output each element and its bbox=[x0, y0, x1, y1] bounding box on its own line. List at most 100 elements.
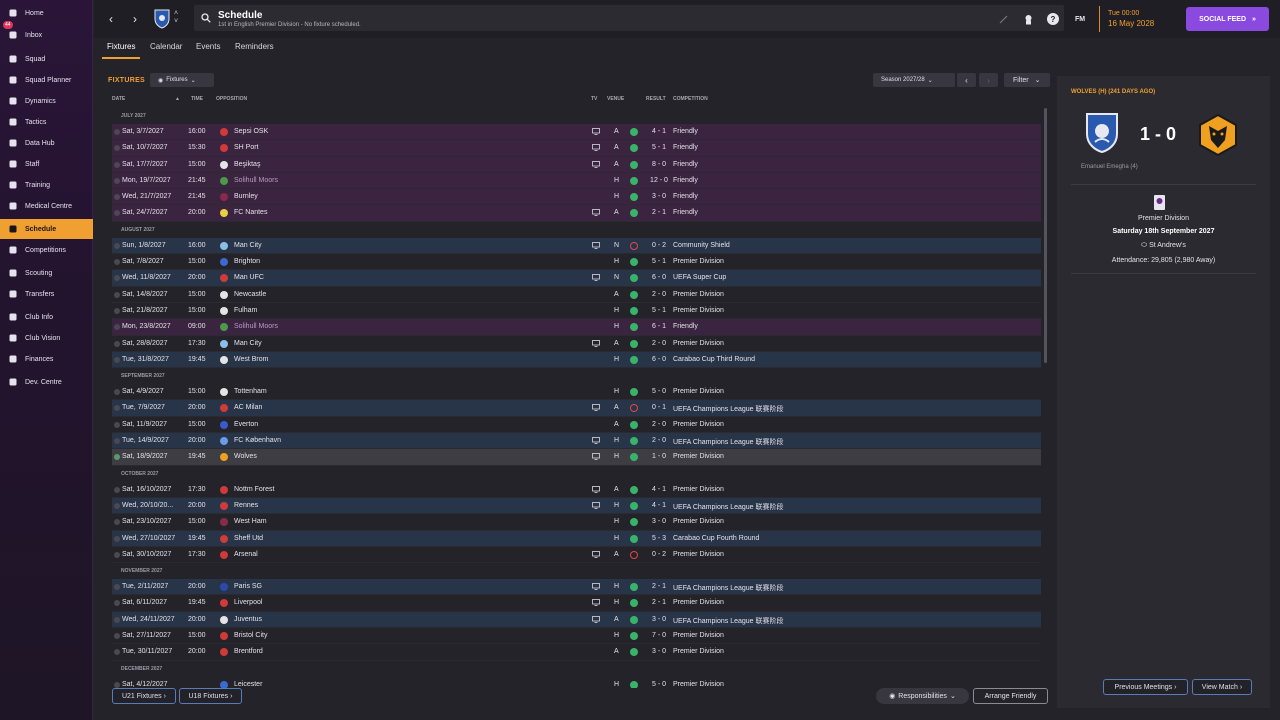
fixture-opponent[interactable]: Man City bbox=[234, 340, 262, 347]
sidebar-item-medical-centre[interactable]: Medical Centre bbox=[0, 196, 93, 216]
col-venue[interactable]: VENUE bbox=[607, 96, 624, 102]
fixture-row[interactable]: Wed, 24/11/2027 20:00 Juventus A 3 - 0 UEFA C… bbox=[112, 611, 1041, 629]
fixture-row[interactable]: Tue, 31/8/2027 19:45 West Brom H 6 - 0 Caraba… bbox=[112, 351, 1041, 369]
sidebar-item-inbox[interactable]: 44 Inbox bbox=[0, 21, 93, 45]
home-crest-icon[interactable] bbox=[1085, 112, 1119, 154]
arrange-friendly-button[interactable]: Arrange Friendly bbox=[973, 688, 1048, 704]
previous-meetings-button[interactable]: Previous Meetings › bbox=[1103, 679, 1188, 695]
fixture-opponent[interactable]: Solihull Moors bbox=[234, 323, 278, 330]
fixture-row[interactable]: Sat, 11/9/2027 15:00 Everton A 2 - 0 Premier … bbox=[112, 417, 1041, 434]
fixture-opponent[interactable]: Paris SG bbox=[234, 583, 262, 590]
view-match-button[interactable]: View Match › bbox=[1192, 679, 1252, 695]
fixture-row[interactable]: Sat, 30/10/2027 17:30 Arsenal A 0 - 2 Premier… bbox=[112, 547, 1041, 564]
match-venue[interactable]: ⬭ St Andrew's bbox=[1057, 242, 1270, 250]
fixture-row[interactable]: Mon, 19/7/2027 21:45 Solihull Moors H 12 - 0… bbox=[112, 172, 1041, 190]
club-crest-icon[interactable] bbox=[154, 9, 170, 29]
fixture-opponent[interactable]: Man City bbox=[234, 242, 262, 249]
responsibilities-button[interactable]: ◉ Responsibilities ⌄ bbox=[876, 688, 969, 704]
sidebar-item-dynamics[interactable]: Dynamics bbox=[0, 91, 93, 111]
fixture-row[interactable]: Sat, 14/8/2027 15:00 Newcastle A 2 - 0 Premie… bbox=[112, 287, 1041, 303]
fixture-opponent[interactable]: FC København bbox=[234, 437, 281, 444]
away-crest-icon[interactable] bbox=[1197, 113, 1239, 157]
fixture-opponent[interactable]: Liverpool bbox=[234, 599, 262, 606]
fixture-row[interactable]: Tue, 30/11/2027 20:00 Brentford A 3 - 0 Premi… bbox=[112, 644, 1041, 661]
help-icon[interactable]: ? bbox=[1047, 13, 1059, 25]
fixture-row[interactable]: Sat, 23/10/2027 15:00 West Ham H 3 - 0 Premie… bbox=[112, 514, 1041, 531]
sidebar-item-dev-centre[interactable]: Dev. Centre bbox=[0, 372, 93, 392]
tab-events[interactable]: Events bbox=[196, 42, 220, 51]
sidebar-item-club-vision[interactable]: Club Vision bbox=[0, 328, 93, 348]
scrollbar[interactable] bbox=[1044, 108, 1047, 363]
match-summary-title[interactable]: WOLVES (H) (241 DAYS AGO) bbox=[1071, 89, 1155, 95]
sidebar-item-scouting[interactable]: Scouting bbox=[0, 263, 93, 283]
fixture-opponent[interactable]: Beşiktaş bbox=[234, 161, 260, 168]
fixture-row[interactable]: Sat, 21/8/2027 15:00 Fulham H 5 - 1 Premier D… bbox=[112, 303, 1041, 320]
view-dropdown[interactable]: ◉ Fixtures ⌄ bbox=[150, 73, 214, 87]
filter-button[interactable]: Filter ⌄ bbox=[1004, 73, 1050, 87]
fixture-row[interactable]: Sat, 3/7/2027 16:00 Sepsi OSK A 4 - 1 Friendl… bbox=[112, 124, 1041, 141]
fixture-row[interactable]: Sat, 28/8/2027 17:30 Man City A 2 - 0 Premier… bbox=[112, 336, 1041, 352]
back-button[interactable]: ‹ bbox=[102, 10, 120, 28]
fixture-opponent[interactable]: Bristol City bbox=[234, 632, 267, 639]
fixture-row[interactable]: Sat, 4/12/2027 Leicester H 5 - 0 Premier Div… bbox=[112, 677, 1041, 688]
col-competition[interactable]: COMPETITION bbox=[673, 96, 708, 102]
forward-button[interactable]: › bbox=[126, 10, 144, 28]
fixture-opponent[interactable]: Wolves bbox=[234, 453, 257, 460]
fixture-opponent[interactable]: Rennes bbox=[234, 502, 258, 509]
sidebar-item-transfers[interactable]: Transfers bbox=[0, 284, 93, 304]
fixture-row[interactable]: Sat, 17/7/2027 15:00 Beşiktaş A 8 - 0 Friendl… bbox=[112, 156, 1041, 173]
fixture-row[interactable]: Wed, 11/8/2027 20:00 Man UFC N 6 - 0 UEFA Sup… bbox=[112, 270, 1041, 287]
sidebar-item-staff[interactable]: Staff bbox=[0, 154, 93, 174]
fixture-opponent[interactable]: Man UFC bbox=[234, 274, 264, 281]
fixture-row[interactable]: Tue, 2/11/2027 20:00 Paris SG H 2 - 1 UEFA Ch… bbox=[112, 579, 1041, 596]
fixture-opponent[interactable]: SH Port bbox=[234, 144, 259, 151]
fixture-row[interactable]: Sat, 16/10/2027 17:30 Nottm Forest A 4 - 1 Pr… bbox=[112, 482, 1041, 498]
assistant-icon[interactable] bbox=[1022, 13, 1034, 25]
search-icon[interactable] bbox=[201, 13, 211, 23]
fixture-opponent[interactable]: Nottm Forest bbox=[234, 486, 274, 493]
fixture-opponent[interactable]: Sheff Utd bbox=[234, 535, 263, 542]
tab-reminders[interactable]: Reminders bbox=[235, 42, 274, 51]
sidebar-item-schedule[interactable]: Schedule bbox=[0, 219, 93, 239]
fixture-row[interactable]: Wed, 20/10/20... 20:00 Rennes H 4 - 1 UEFA Ch… bbox=[112, 497, 1041, 515]
fixture-opponent[interactable]: Juventus bbox=[234, 616, 262, 623]
fixture-opponent[interactable]: Brentford bbox=[234, 648, 263, 655]
fixture-opponent[interactable]: FC Nantes bbox=[234, 209, 267, 216]
fixture-opponent[interactable]: Leicester bbox=[234, 681, 262, 688]
next-season-button[interactable]: › bbox=[979, 73, 998, 87]
sidebar-item-data-hub[interactable]: Data Hub bbox=[0, 133, 93, 153]
col-opposition[interactable]: OPPOSITION bbox=[216, 96, 247, 102]
sidebar-item-squad[interactable]: Squad bbox=[0, 49, 93, 69]
season-dropdown[interactable]: Season 2027/28 ⌄ bbox=[873, 73, 955, 87]
fixture-opponent[interactable]: Tottenham bbox=[234, 388, 267, 395]
fixture-row[interactable]: Sat, 27/11/2027 15:00 Bristol City H 7 - 0 Pr… bbox=[112, 628, 1041, 645]
col-tv[interactable]: TV bbox=[591, 96, 597, 102]
pen-icon[interactable] bbox=[997, 13, 1009, 25]
fixture-opponent[interactable]: AC Milan bbox=[234, 404, 262, 411]
fixture-opponent[interactable]: Brighton bbox=[234, 258, 260, 265]
col-date[interactable]: DATE bbox=[112, 96, 125, 102]
fixture-row[interactable]: Sat, 10/7/2027 15:30 SH Port A 5 - 1 Friendly bbox=[112, 140, 1041, 157]
col-result[interactable]: RESULT bbox=[646, 96, 666, 102]
match-competition[interactable]: Premier Division bbox=[1057, 215, 1270, 222]
sidebar-item-squad-planner[interactable]: Squad Planner bbox=[0, 70, 93, 90]
social-feed-button[interactable]: SOCIAL FEED » bbox=[1186, 7, 1269, 31]
u21-fixtures-button[interactable]: U21 Fixtures › bbox=[112, 688, 176, 704]
sidebar-item-home[interactable]: Home bbox=[0, 3, 93, 23]
sidebar-item-tactics[interactable]: Tactics bbox=[0, 112, 93, 132]
game-date[interactable]: Tue 00:00 16 May 2028 bbox=[1099, 6, 1154, 32]
fixture-row[interactable]: Tue, 7/9/2027 20:00 AC Milan A 0 - 1 UEFA Cha… bbox=[112, 400, 1041, 417]
fixture-row[interactable]: Wed, 27/10/2027 19:45 Sheff Utd H 5 - 3 Carab… bbox=[112, 530, 1041, 547]
fixture-row[interactable]: Wed, 21/7/2027 21:45 Burnley H 3 - 0 Friendly bbox=[112, 189, 1041, 206]
sidebar-item-competitions[interactable]: Competitions bbox=[0, 240, 93, 260]
sidebar-item-club-info[interactable]: Club Info bbox=[0, 307, 93, 327]
fixture-opponent[interactable]: Fulham bbox=[234, 307, 257, 314]
fixture-opponent[interactable]: Solihull Moors bbox=[234, 177, 278, 184]
fixture-row[interactable]: Sat, 4/9/2027 15:00 Tottenham H 5 - 0 Premier… bbox=[112, 384, 1041, 401]
u18-fixtures-button[interactable]: U18 Fixtures › bbox=[179, 688, 242, 704]
tab-fixtures[interactable]: Fixtures bbox=[107, 42, 135, 51]
fixture-opponent[interactable]: Sepsi OSK bbox=[234, 128, 268, 135]
fixture-opponent[interactable]: West Ham bbox=[234, 518, 267, 525]
previous-season-button[interactable]: ‹ bbox=[957, 73, 976, 87]
col-time[interactable]: TIME bbox=[191, 96, 203, 102]
